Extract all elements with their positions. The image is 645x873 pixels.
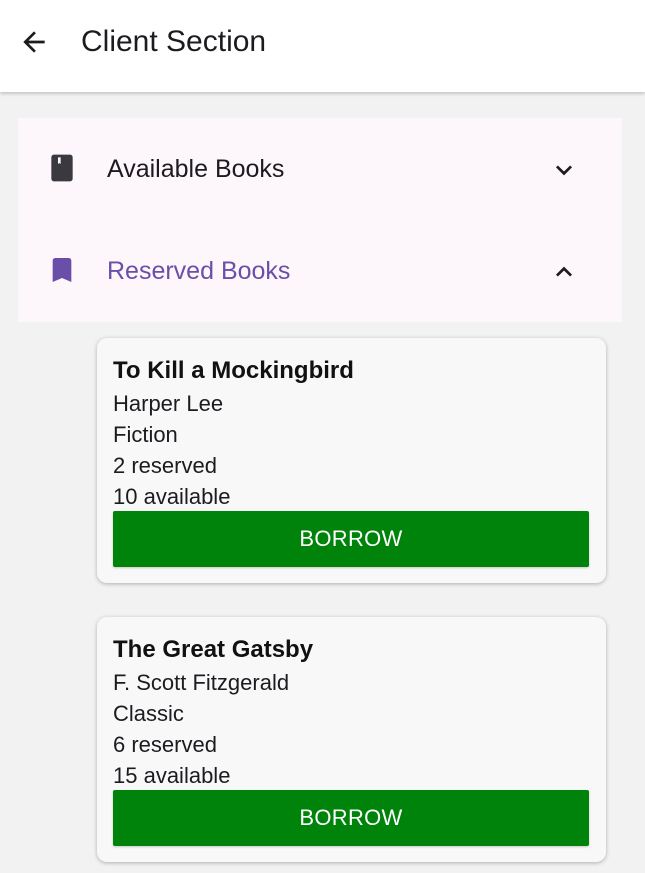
book-card: To Kill a Mockingbird Harper Lee Fiction… [97, 338, 606, 583]
book-available-count: 15 available [113, 763, 231, 788]
menu-item-label: Available Books [107, 155, 285, 183]
book-reserved-count: 2 reserved [113, 453, 217, 478]
book-author: F. Scott Fitzgerald [113, 670, 290, 695]
bookmark-icon [52, 258, 72, 282]
book-reserved-count: 6 reserved [113, 732, 217, 757]
menu-item-reserved-books[interactable]: Reserved Books [18, 220, 622, 322]
arrow-back-icon [23, 31, 45, 53]
book-icon [51, 154, 73, 182]
books-menu: Available Books Reserved Books [18, 118, 622, 322]
back-button[interactable] [12, 22, 56, 62]
book-genre: Fiction [113, 422, 178, 447]
book-title: The Great Gatsby [113, 636, 314, 663]
book-title: To Kill a Mockingbird [113, 357, 354, 384]
borrow-button[interactable]: BORROW [113, 790, 589, 846]
book-card: The Great Gatsby F. Scott Fitzgerald Cla… [97, 617, 606, 862]
book-genre: Classic [113, 701, 184, 726]
book-available-count: 10 available [113, 484, 231, 509]
app-bar: Client Section [0, 0, 645, 92]
book-author: Harper Lee [113, 391, 224, 416]
menu-item-label: Reserved Books [107, 257, 291, 285]
menu-item-available-books[interactable]: Available Books [18, 118, 622, 220]
borrow-button[interactable]: BORROW [113, 511, 589, 567]
chevron-down-icon [556, 165, 572, 176]
chevron-up-icon [556, 266, 572, 277]
page-title: Client Section [81, 25, 267, 58]
